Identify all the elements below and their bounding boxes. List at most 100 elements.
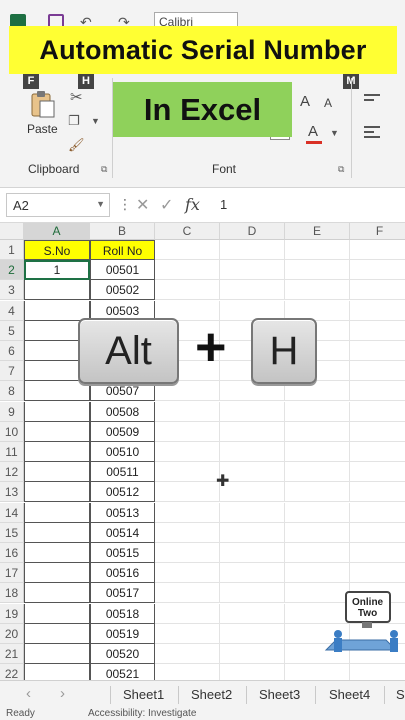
cell[interactable]	[350, 523, 405, 543]
row-header[interactable]: 12	[0, 462, 24, 483]
row-header[interactable]: 19	[0, 603, 24, 624]
row-header[interactable]: 20	[0, 623, 24, 644]
cell[interactable]	[285, 462, 350, 483]
cell-serial[interactable]: 1	[24, 260, 90, 281]
cell[interactable]	[24, 563, 90, 584]
cell-roll-no[interactable]: 00510	[90, 442, 155, 462]
cell[interactable]	[220, 462, 285, 483]
cell[interactable]	[155, 421, 220, 442]
cell[interactable]	[350, 462, 405, 483]
cell[interactable]	[24, 603, 90, 624]
column-header-a[interactable]: A	[24, 223, 90, 240]
row-header[interactable]: 5	[0, 320, 24, 341]
header-cell-sno[interactable]: S.No	[24, 240, 90, 260]
tab-sheet5[interactable]: S	[396, 687, 405, 702]
row-header[interactable]: 4	[0, 300, 24, 321]
insert-function-icon[interactable]: fx	[185, 195, 200, 214]
cell[interactable]	[220, 563, 285, 584]
row-header[interactable]: 8	[0, 381, 24, 402]
row-header[interactable]: 6	[0, 341, 24, 361]
cell[interactable]	[155, 522, 220, 543]
cell-roll-no[interactable]: 00512	[90, 482, 155, 503]
cell-roll-no[interactable]: 00501	[90, 260, 155, 281]
row-header[interactable]: 1	[0, 240, 24, 260]
cell[interactable]	[350, 381, 405, 402]
cell-roll-no[interactable]: 00519	[90, 623, 155, 644]
cell[interactable]	[285, 502, 350, 523]
cell[interactable]	[155, 623, 220, 644]
cell[interactable]	[155, 442, 220, 462]
cell[interactable]	[24, 502, 90, 523]
cell[interactable]	[285, 240, 350, 260]
cell[interactable]	[220, 401, 285, 422]
column-header-f[interactable]: F	[350, 223, 405, 240]
row-header[interactable]: 7	[0, 361, 24, 382]
cell[interactable]	[24, 482, 90, 503]
cell-roll-no[interactable]: 00514	[90, 522, 155, 543]
cell[interactable]	[350, 664, 405, 680]
column-header-d[interactable]: D	[220, 223, 285, 240]
cell[interactable]	[285, 543, 350, 563]
cell[interactable]	[220, 603, 285, 624]
enter-icon[interactable]: ✓	[160, 195, 173, 215]
row-header[interactable]: 22	[0, 664, 24, 680]
prev-sheet-icon[interactable]: ‹	[26, 685, 31, 702]
cell[interactable]	[155, 603, 220, 624]
column-header-b[interactable]: B	[90, 223, 155, 240]
next-sheet-icon[interactable]: ›	[60, 685, 65, 702]
dialog-launcher-icon[interactable]: ⧉	[101, 164, 107, 175]
cell[interactable]	[24, 280, 90, 301]
cell[interactable]	[350, 422, 405, 442]
header-cell-rollno[interactable]: Roll No	[90, 240, 155, 260]
cell[interactable]	[350, 240, 405, 260]
cell[interactable]	[155, 462, 220, 483]
cell[interactable]	[350, 321, 405, 341]
copy-icon[interactable]: ❐	[68, 113, 80, 129]
increase-font-icon[interactable]: A	[300, 93, 310, 110]
cell-roll-no[interactable]: 00517	[90, 583, 155, 604]
align-left-icon[interactable]	[364, 126, 380, 141]
cell-roll-no[interactable]: 00515	[90, 543, 155, 563]
chevron-down-icon[interactable]: ▼	[330, 128, 339, 138]
cell[interactable]	[350, 563, 405, 584]
row-header[interactable]: 3	[0, 280, 24, 301]
cut-icon[interactable]: ✂	[70, 88, 83, 106]
row-header[interactable]: 2	[0, 260, 24, 281]
cell[interactable]	[155, 482, 220, 503]
cell[interactable]	[285, 421, 350, 442]
cell[interactable]	[220, 583, 285, 604]
cell[interactable]	[155, 583, 220, 604]
row-header[interactable]: 17	[0, 563, 24, 584]
cell-roll-no[interactable]: 00513	[90, 502, 155, 523]
cell-roll-no[interactable]: 00502	[90, 280, 155, 301]
row-header[interactable]: 13	[0, 482, 24, 503]
cell[interactable]	[220, 543, 285, 563]
cell[interactable]	[350, 341, 405, 361]
cell-roll-no[interactable]: 00511	[90, 462, 155, 483]
cell[interactable]	[155, 563, 220, 584]
cell[interactable]	[24, 300, 90, 321]
dialog-launcher-icon[interactable]: ⧉	[338, 164, 344, 175]
tab-sheet3[interactable]: Sheet3	[259, 687, 300, 702]
row-header[interactable]: 10	[0, 421, 24, 442]
cell[interactable]	[155, 280, 220, 301]
chevron-down-icon[interactable]: ▼	[96, 199, 105, 209]
name-box[interactable]: A2 ▼	[6, 193, 110, 217]
cell[interactable]	[155, 664, 220, 680]
cell-roll-no[interactable]: 00509	[90, 421, 155, 442]
cell[interactable]	[350, 301, 405, 321]
font-color-icon[interactable]: A	[308, 123, 318, 140]
cell[interactable]	[220, 502, 285, 523]
cell[interactable]	[24, 462, 90, 483]
cell-roll-no[interactable]: 00508	[90, 401, 155, 422]
cell[interactable]	[285, 563, 350, 584]
cell[interactable]	[155, 543, 220, 563]
cell[interactable]	[285, 260, 350, 281]
cell[interactable]	[220, 442, 285, 462]
cell-roll-no[interactable]: 00521	[90, 664, 155, 680]
row-header[interactable]: 9	[0, 401, 24, 422]
formula-input[interactable]: 1	[220, 197, 227, 212]
row-header[interactable]: 21	[0, 644, 24, 664]
cell[interactable]	[24, 442, 90, 462]
cell[interactable]	[285, 280, 350, 301]
